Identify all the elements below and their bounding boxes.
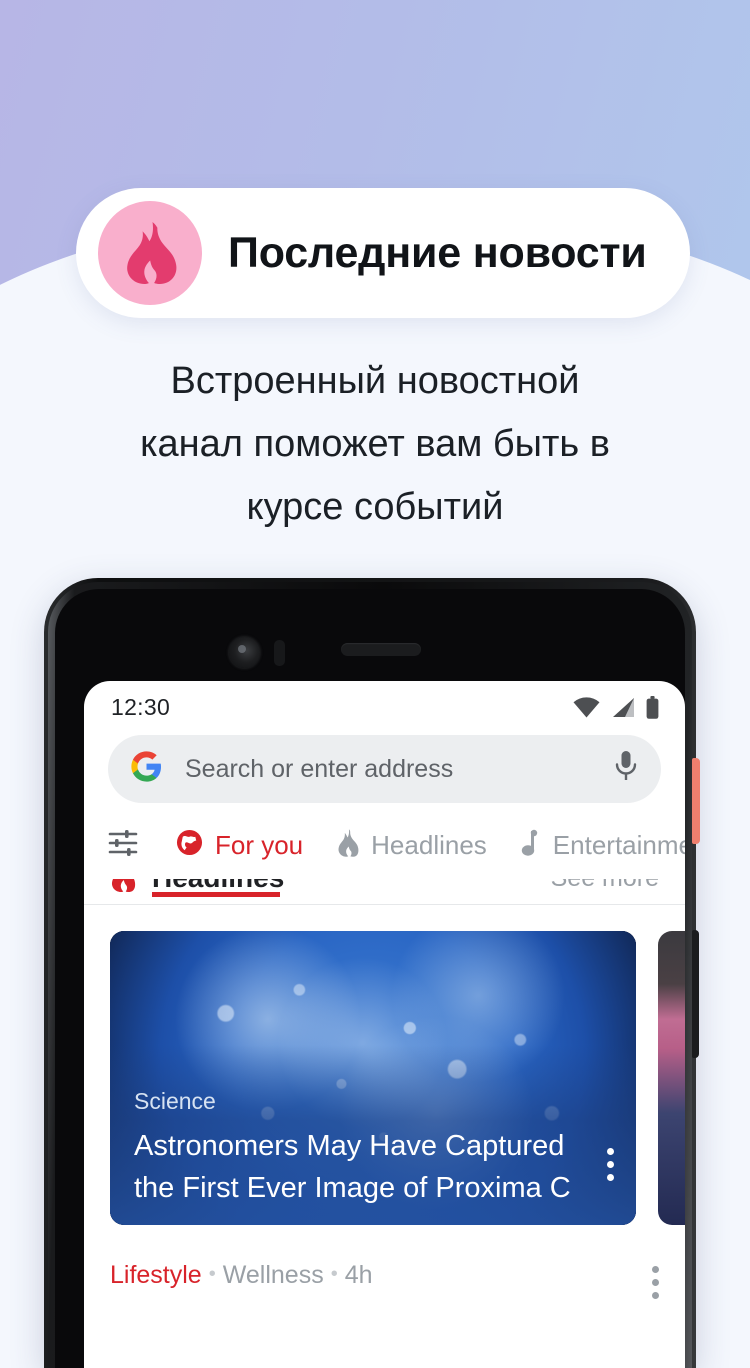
status-time: 12:30 [111,693,171,720]
status-icons [573,695,659,719]
overflow-menu-icon[interactable] [652,1261,659,1299]
globe-icon [176,829,203,861]
cellular-signal-icon [611,697,635,718]
list-item-time: 4h [344,1261,373,1289]
tab-label: Headlines [371,829,487,860]
microphone-icon[interactable] [615,750,637,788]
proximity-sensor-icon [274,640,285,666]
divider [84,904,685,905]
power-button[interactable] [692,758,700,844]
news-carousel[interactable]: Science Astronomers May Have Captured th… [84,931,685,1225]
phone-screen: 12:30 Search or enter address For you He… [55,589,685,1368]
list-item-meta: Lifestyle • Wellness • 4h [110,1261,373,1290]
headline-badge: Последние новости [76,188,690,318]
music-note-icon [521,829,541,862]
card-headline: Astronomers May Have Captured the First … [134,1130,571,1204]
meta-separator: • [208,1263,216,1285]
card-category: Science [134,1088,216,1114]
news-card-next[interactable] [658,931,685,1225]
tab-headlines[interactable]: Headlines [337,828,487,862]
flame-icon [98,201,202,305]
search-placeholder-text: Search or enter address [185,754,454,783]
list-item[interactable]: Lifestyle • Wellness • 4h [84,1261,685,1299]
meta-separator: • [330,1263,338,1285]
wifi-icon [573,696,600,718]
subtitle-line-3: курсе событий [246,486,504,528]
flame-icon [110,879,136,897]
news-card[interactable]: Science Astronomers May Have Captured th… [110,931,636,1225]
list-item-source: Wellness [222,1261,324,1289]
search-bar-container: Search or enter address [84,733,685,803]
front-camera-icon [229,637,260,668]
earpiece-speaker [341,643,421,656]
flame-icon [337,828,359,862]
browser-app: 12:30 Search or enter address For you He… [84,681,685,1368]
battery-icon [646,695,659,719]
list-item-category[interactable]: Lifestyle [110,1261,202,1289]
overflow-menu-icon[interactable] [607,1148,614,1181]
tab-label: Entertainme [552,829,685,860]
tab-for-you[interactable]: For you [176,829,303,861]
section-header-clipped: Headlines See more [84,879,685,905]
subtitle: Встроенный новостной канал поможет вам б… [60,350,690,539]
phone-mockup: 12:30 Search or enter address For you He… [44,578,700,1368]
subtitle-line-2: канал поможет вам быть в [140,423,610,465]
tab-entertainment[interactable]: Entertainme [521,829,685,862]
page-title: Последние новости [228,228,647,277]
status-bar: 12:30 [84,681,685,733]
volume-button[interactable] [692,930,699,1058]
google-g-icon [130,750,163,788]
tune-filter-icon[interactable] [108,829,138,862]
section-title: Headlines [152,879,284,897]
category-tabs: For you Headlines Entertainme [84,811,685,879]
tab-label: For you [215,829,304,860]
subtitle-line-1: Встроенный новостной [170,360,580,402]
search-input[interactable]: Search or enter address [108,735,661,803]
see-more-link[interactable]: See more [551,879,659,893]
